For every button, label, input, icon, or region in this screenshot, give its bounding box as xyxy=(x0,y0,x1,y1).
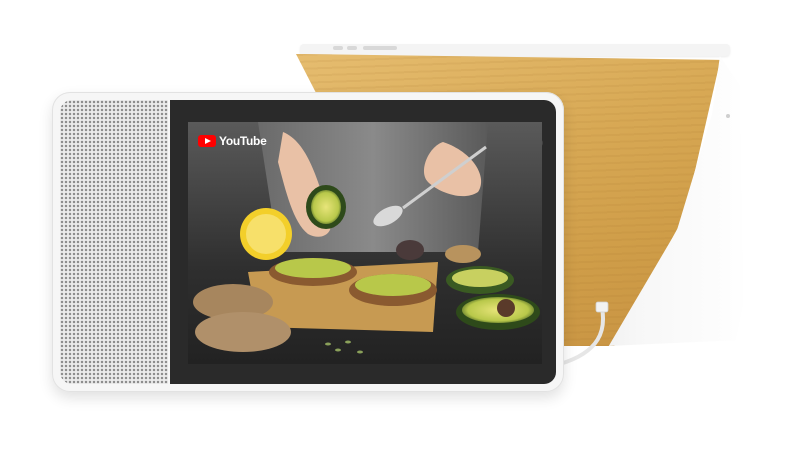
youtube-play-icon xyxy=(198,135,216,147)
food-video-frame xyxy=(188,122,542,364)
screen-bezel: YouTube xyxy=(170,100,556,384)
rear-port xyxy=(726,114,730,118)
speaker-grille xyxy=(60,100,168,384)
youtube-logo: YouTube xyxy=(198,134,267,148)
rear-buttons xyxy=(333,46,403,50)
product-photo: YouTube xyxy=(0,0,800,451)
display-screen: YouTube xyxy=(188,122,542,364)
youtube-wordmark: YouTube xyxy=(219,134,267,148)
smart-display: YouTube xyxy=(52,92,564,392)
